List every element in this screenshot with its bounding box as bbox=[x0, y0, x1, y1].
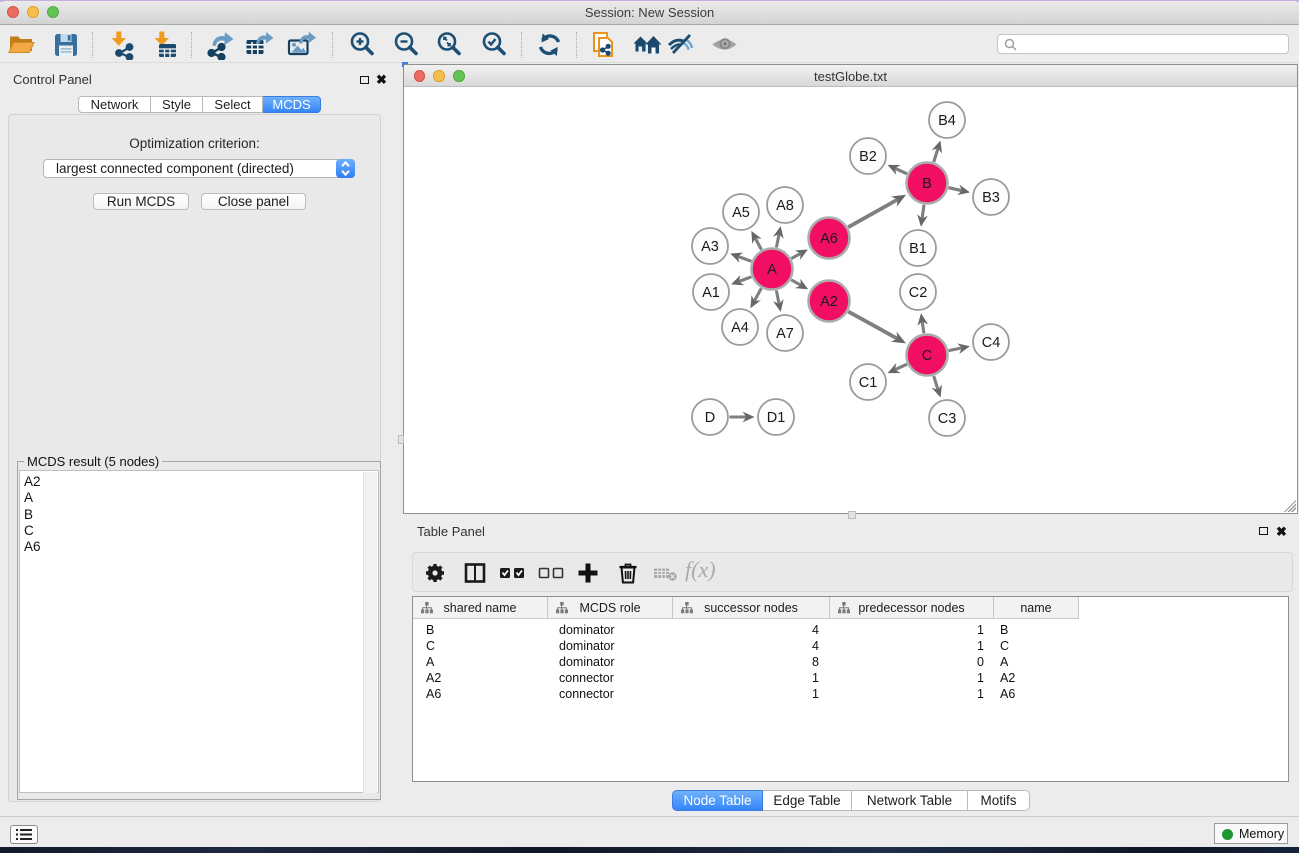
svg-text:A7: A7 bbox=[776, 326, 794, 342]
svg-text:C2: C2 bbox=[909, 285, 928, 301]
svg-text:A6: A6 bbox=[820, 231, 838, 247]
svg-text:D1: D1 bbox=[767, 410, 786, 426]
svg-text:C4: C4 bbox=[982, 335, 1001, 351]
svg-text:C1: C1 bbox=[859, 375, 878, 391]
svg-text:A3: A3 bbox=[701, 239, 719, 255]
svg-text:B3: B3 bbox=[982, 190, 1000, 206]
svg-text:A5: A5 bbox=[732, 205, 750, 221]
svg-text:A8: A8 bbox=[776, 198, 794, 214]
svg-text:B1: B1 bbox=[909, 241, 927, 257]
svg-text:A1: A1 bbox=[702, 285, 720, 301]
svg-text:A: A bbox=[767, 262, 777, 278]
svg-text:D: D bbox=[705, 410, 715, 426]
svg-text:B2: B2 bbox=[859, 149, 877, 165]
svg-text:B: B bbox=[922, 176, 932, 192]
svg-text:C3: C3 bbox=[938, 411, 957, 427]
svg-text:A4: A4 bbox=[731, 320, 749, 336]
svg-text:C: C bbox=[922, 348, 932, 364]
svg-text:A2: A2 bbox=[820, 294, 838, 310]
svg-text:B4: B4 bbox=[938, 113, 956, 129]
